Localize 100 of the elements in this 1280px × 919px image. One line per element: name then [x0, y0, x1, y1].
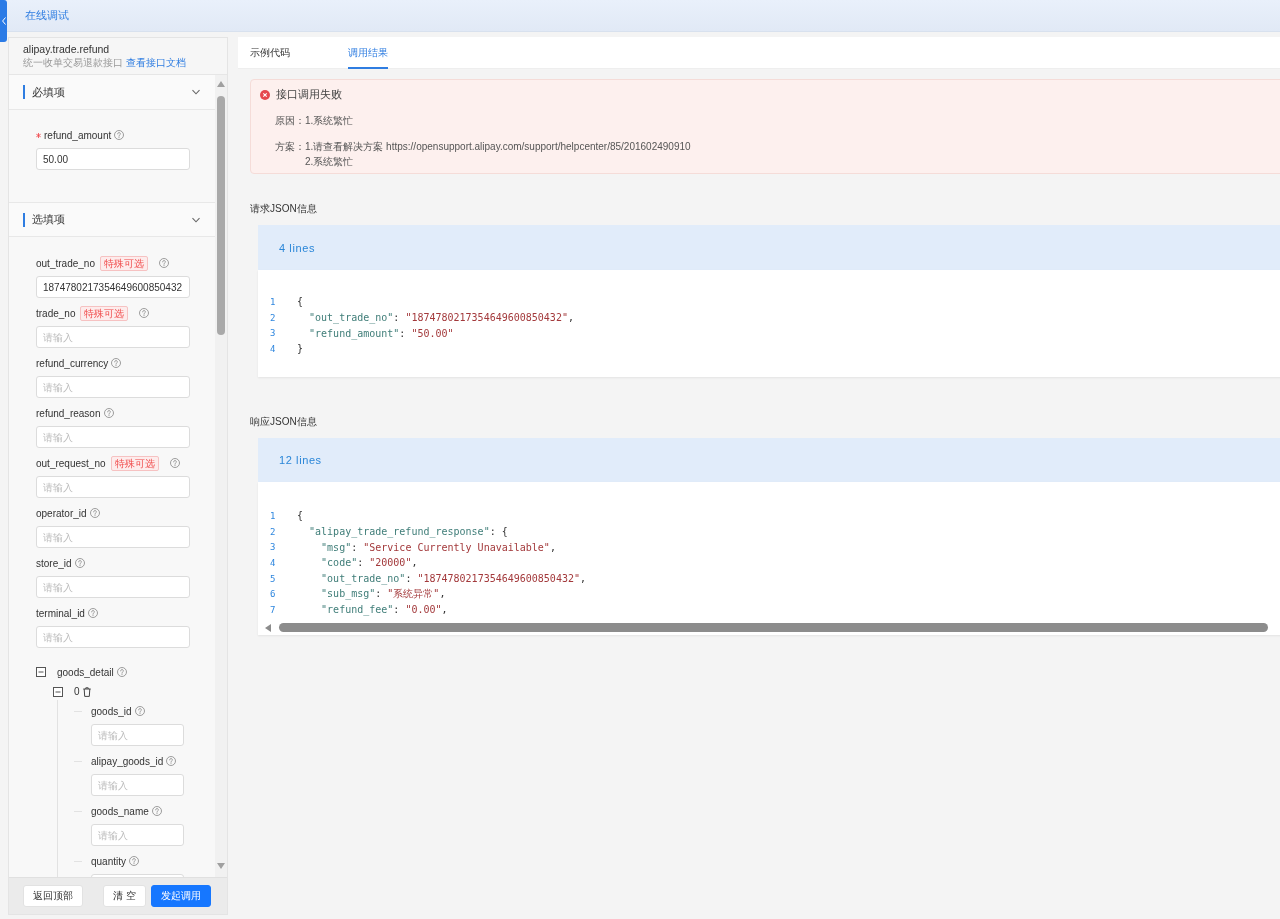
input-field[interactable]: 请输入 [91, 724, 184, 746]
help-icon[interactable] [111, 358, 122, 368]
solution-label: 方案： [275, 140, 305, 154]
section-heading: 响应JSON信息 [250, 415, 318, 429]
help-icon[interactable] [134, 706, 145, 716]
section-header[interactable]: 选填项 [9, 202, 215, 237]
input-field[interactable]: 请输入 [36, 376, 190, 398]
tab[interactable]: 示例代码 [250, 37, 290, 69]
footer-button[interactable]: 清 空 [103, 885, 146, 907]
tab[interactable]: 调用结果 [348, 37, 388, 69]
field-label: refund_amount [44, 129, 112, 141]
input-field[interactable]: 请输入 [36, 526, 190, 548]
alert-title: 接口调用失败 [276, 88, 342, 102]
scroll-down-arrow-icon[interactable] [217, 863, 225, 869]
help-icon[interactable] [139, 308, 150, 318]
field-label: refund_reason [36, 407, 101, 419]
doc-link[interactable]: 查看接口文档 [126, 56, 186, 69]
field-label: 0 [74, 686, 80, 697]
help-icon[interactable] [103, 408, 114, 418]
submit-button[interactable]: 发起调用 [151, 885, 211, 907]
field-label: goods_name [91, 805, 149, 817]
code-line: { [297, 510, 304, 522]
line-number: 2 [270, 526, 277, 537]
line-number: 3 [270, 542, 277, 553]
field-label: out_request_no [36, 457, 106, 469]
help-icon[interactable] [114, 130, 125, 140]
code-line: "msg": "Service Currently Unavailable", [320, 541, 556, 553]
line-number: 7 [270, 604, 277, 615]
line-count: 4 lines [279, 241, 315, 254]
code-line: "out_trade_no": "1874780217354649600850432", [308, 312, 574, 324]
input-field[interactable]: 请输入 [36, 326, 190, 348]
page-title: 在线调试 [25, 8, 69, 23]
field-label: goods_id [91, 705, 132, 717]
field-label: store_id [36, 557, 72, 569]
help-icon[interactable] [158, 258, 169, 268]
scrollbar-thumb[interactable] [217, 96, 225, 335]
line-number: 2 [270, 312, 277, 323]
field-label: quantity [91, 855, 127, 867]
error-icon [260, 90, 270, 100]
input-field[interactable]: 请输入 [91, 774, 184, 796]
chevron-down-icon[interactable] [191, 87, 201, 97]
line-number: 6 [270, 589, 277, 600]
collapse-tab[interactable] [0, 0, 7, 42]
scroll-left-arrow-icon[interactable] [265, 623, 271, 632]
code-line: "refund_amount": "50.00" [308, 327, 454, 339]
help-icon[interactable] [87, 608, 98, 618]
help-icon[interactable] [116, 667, 127, 677]
code-line: "code": "20000", [320, 557, 418, 569]
vertical-scrollbar[interactable] [215, 75, 227, 877]
field-label: operator_id [36, 507, 87, 519]
input-field[interactable]: 1874780217354649600850432 [36, 276, 190, 298]
input-field[interactable]: 请输入 [36, 476, 190, 498]
section-accent-bar [23, 212, 25, 227]
input-field[interactable]: 请输入 [36, 626, 190, 648]
line-count: 12 lines [279, 454, 322, 466]
special-optional-tag: 特殊可选 [99, 255, 148, 271]
input-field[interactable]: 请输入 [36, 426, 190, 448]
help-icon[interactable] [166, 756, 177, 766]
section-title: 必填项 [32, 84, 66, 100]
help-icon[interactable] [74, 558, 85, 568]
field-label: refund_currency [36, 357, 109, 369]
field-label: trade_no [36, 307, 76, 319]
solution-text: 2.系统繁忙 [305, 155, 355, 169]
input-field[interactable]: 请输入 [91, 824, 184, 846]
field-label: terminal_id [36, 607, 85, 619]
help-icon[interactable] [169, 458, 180, 468]
line-number: 4 [270, 343, 277, 354]
code-line: { [297, 296, 304, 308]
line-number: 4 [270, 557, 277, 568]
code-line: "refund_fee": "0.00", [320, 604, 448, 616]
line-number: 1 [270, 510, 277, 521]
input-field[interactable]: 50.00 [36, 148, 190, 170]
code-line: "out_trade_no": "1874780217354649600850432", [320, 573, 586, 585]
scroll-up-arrow-icon[interactable] [217, 81, 225, 87]
help-icon[interactable] [151, 806, 162, 816]
solution-text: 1.请查看解决方案 https://opensupport.alipay.com/support/helpcenter/85/201602490910 [305, 140, 691, 154]
code-line: "sub_msg": "系统异常", [320, 587, 446, 602]
code-line: "alipay_trade_refund_response": { [308, 526, 508, 538]
line-number: 3 [270, 328, 277, 339]
reason-text: 1.系统繁忙 [305, 114, 354, 128]
trash-icon[interactable] [82, 686, 91, 697]
minus-square-icon[interactable] [53, 686, 63, 697]
horizontal-scrollbar-thumb[interactable] [279, 623, 1268, 632]
input-field[interactable]: 请输入 [36, 576, 190, 598]
help-icon[interactable] [129, 856, 140, 866]
field-label: goods_detail [57, 666, 114, 678]
chevron-left-icon [1, 17, 6, 25]
line-number: 5 [270, 573, 277, 584]
special-optional-tag: 特殊可选 [80, 305, 129, 321]
special-optional-tag: 特殊可选 [110, 455, 159, 471]
minus-square-icon[interactable] [36, 667, 46, 677]
help-icon[interactable] [89, 508, 100, 518]
api-name: alipay.trade.refund [23, 43, 111, 56]
reason-label: 原因： [275, 114, 305, 128]
field-label: out_trade_no [36, 257, 95, 269]
section-title: 选填项 [32, 212, 66, 227]
section-heading: 请求JSON信息 [250, 202, 318, 216]
section-accent-bar [23, 85, 25, 99]
code-line: } [297, 343, 304, 355]
footer-button[interactable]: 返回顶部 [23, 885, 83, 907]
